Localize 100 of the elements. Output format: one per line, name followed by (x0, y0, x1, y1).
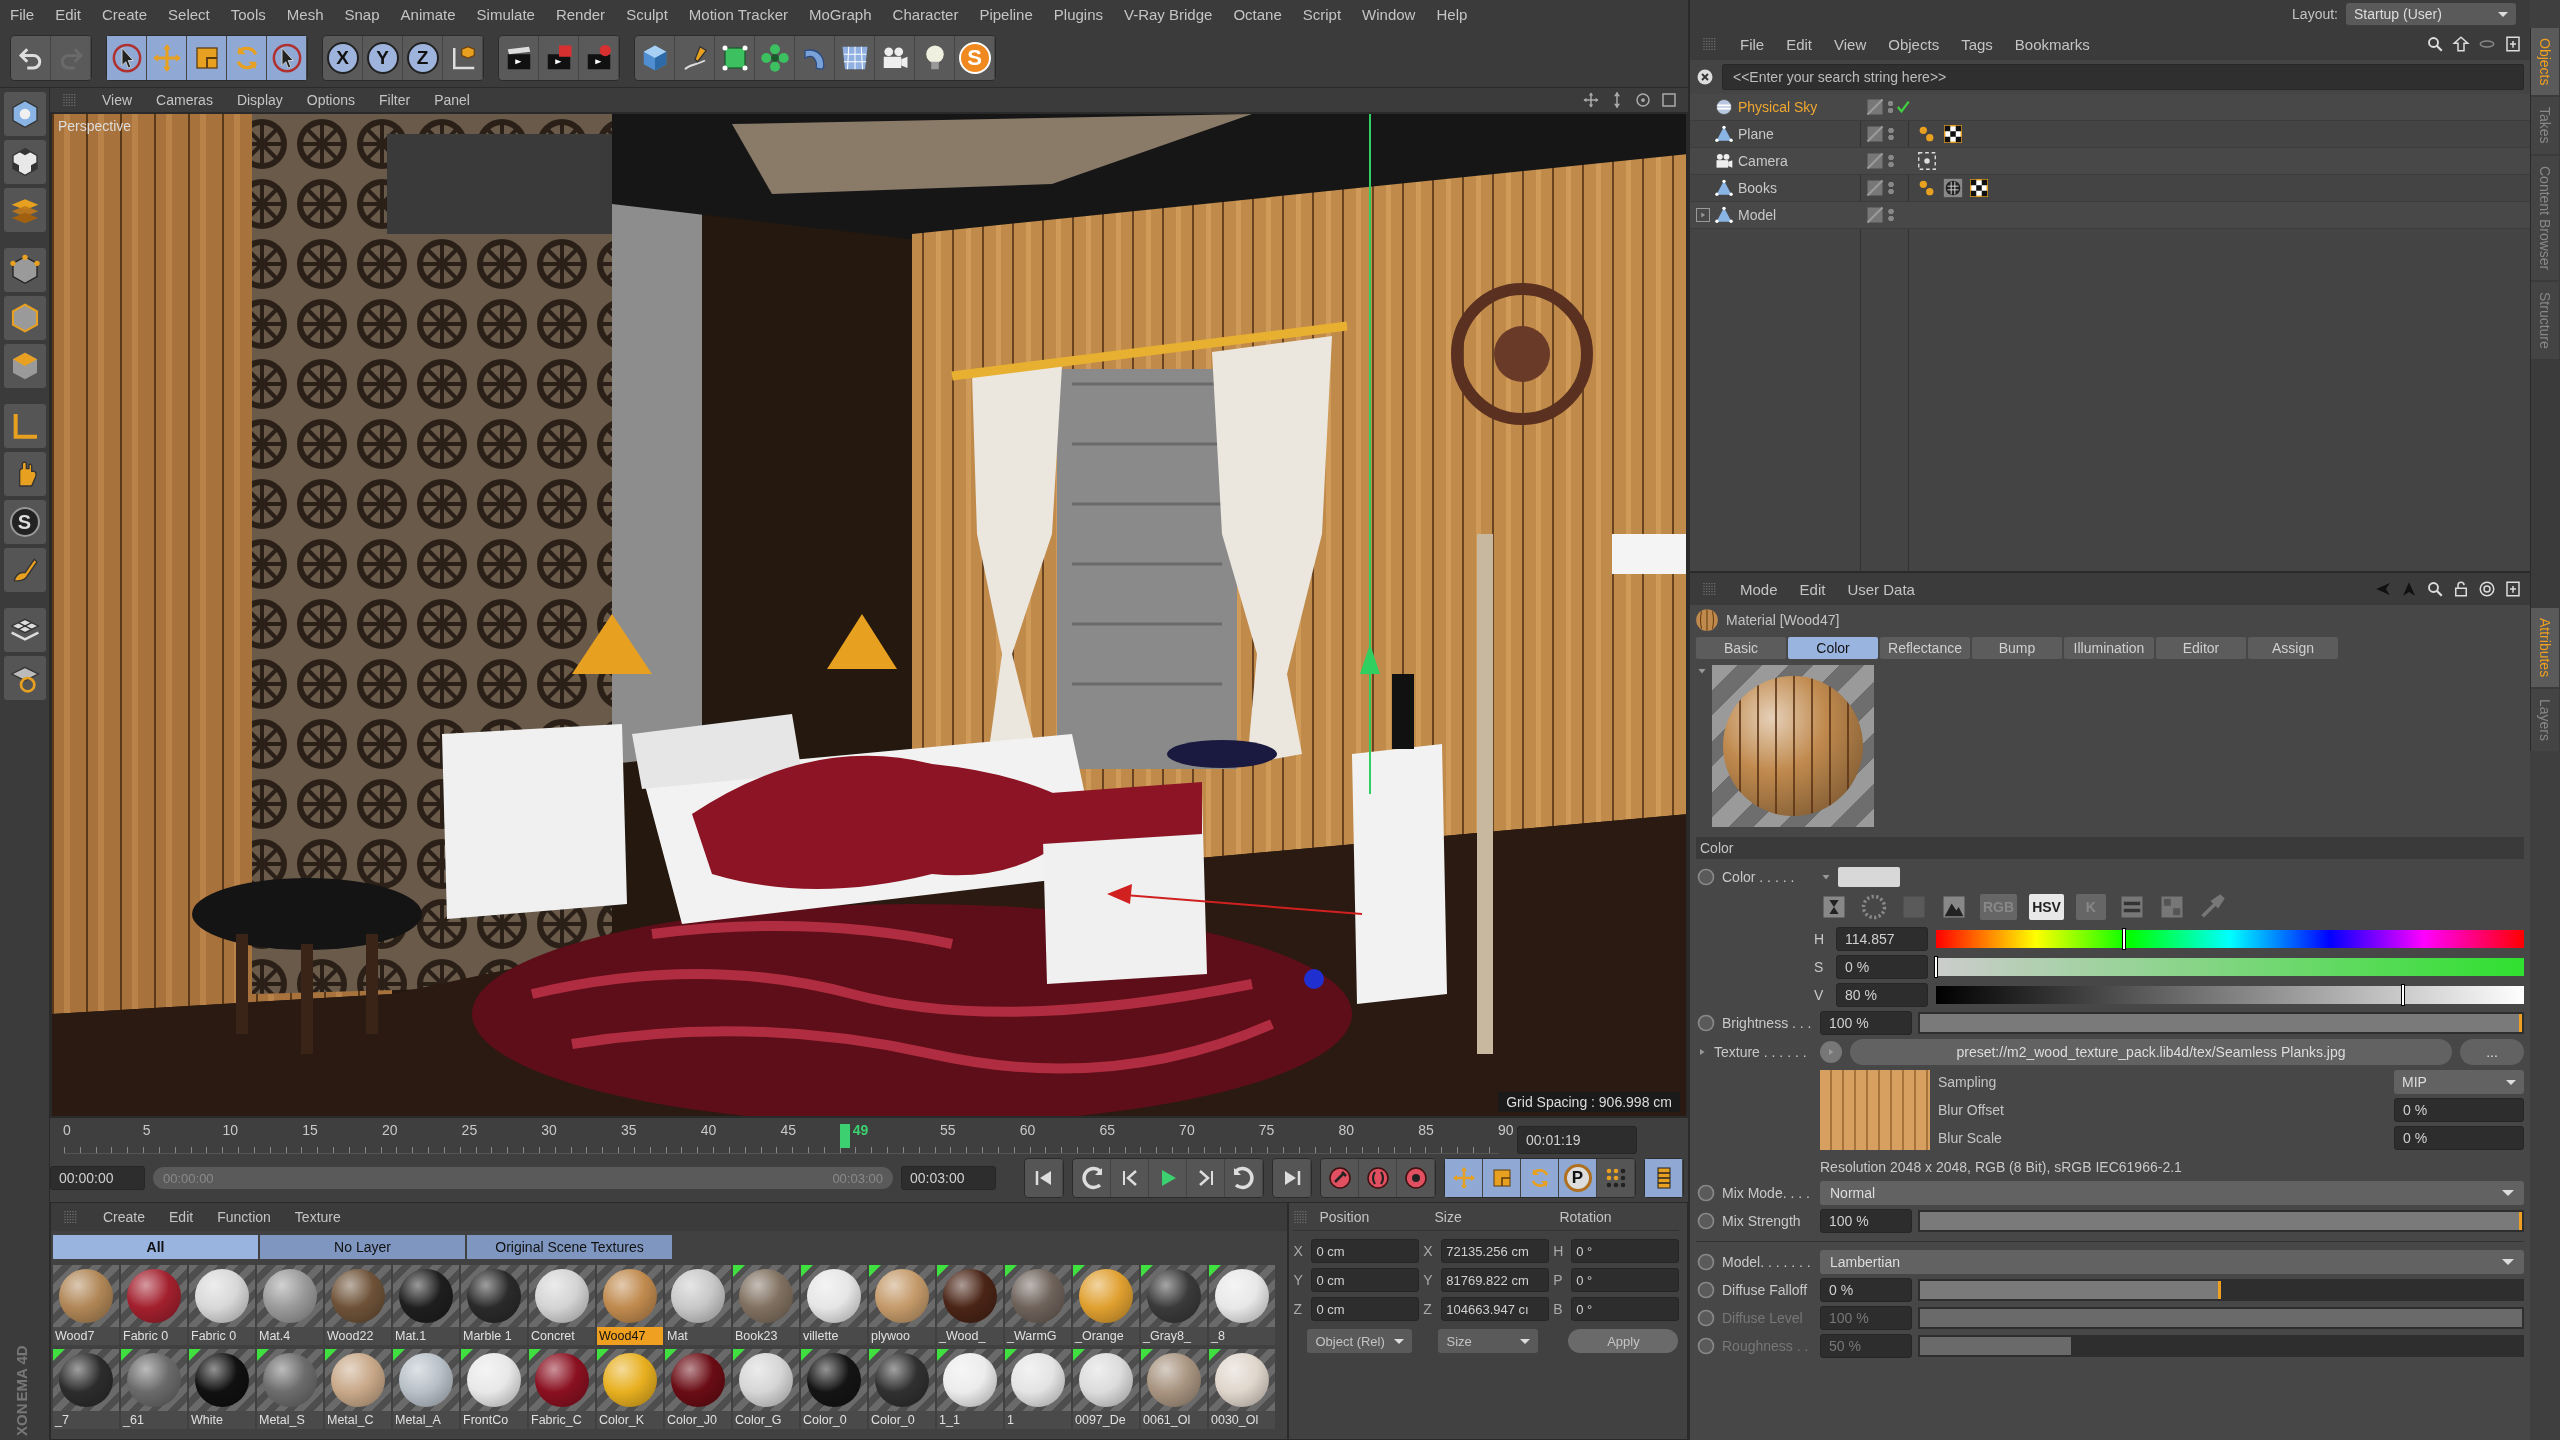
layer-tab[interactable]: No Layer (260, 1235, 465, 1259)
snap-button[interactable]: S (3, 500, 46, 544)
size-mode-dropdown[interactable]: Size (1438, 1329, 1539, 1353)
color-wheel-icon[interactable] (1860, 893, 1888, 921)
material-swatch[interactable]: Wood7 (53, 1265, 119, 1345)
material-swatch[interactable]: Fabric 0 (121, 1265, 187, 1345)
tweak-hand-button[interactable] (3, 452, 46, 496)
menu-item[interactable]: Script (1302, 5, 1342, 23)
rotate-button[interactable] (1521, 1159, 1559, 1197)
axis-button[interactable] (3, 404, 46, 448)
menu-item[interactable]: Texture (294, 1209, 341, 1225)
animate-toggle-icon[interactable] (1696, 1183, 1716, 1203)
target-tag-icon[interactable] (1916, 150, 1938, 172)
material-swatch[interactable]: Fabric 0 (189, 1265, 255, 1345)
menu-item[interactable]: Octane (1233, 5, 1282, 23)
object-name[interactable]: Plane (1738, 126, 1774, 142)
material-swatch[interactable]: Color_0 (801, 1349, 867, 1429)
search-field[interactable]: <<Enter your search string here>> (1722, 64, 2524, 90)
material-swatch[interactable]: _Orange (1073, 1265, 1139, 1345)
attribute-tab[interactable]: Basic (1696, 637, 1786, 659)
position-field[interactable]: 0 cm (1311, 1268, 1420, 1292)
menu-item[interactable]: Window (1362, 5, 1416, 23)
menu-item[interactable]: V-Ray Bridge (1124, 5, 1213, 23)
material-swatch[interactable]: Book23 (733, 1265, 799, 1345)
material-swatch[interactable]: 0061_Ol (1141, 1349, 1207, 1429)
rotation-field[interactable]: 0 ° (1571, 1239, 1679, 1263)
material-tag-icon[interactable] (1942, 177, 1964, 199)
search-icon[interactable] (2426, 35, 2444, 53)
polygons-cube-button[interactable] (3, 344, 46, 388)
material-swatch[interactable]: 1 (1005, 1349, 1071, 1429)
color-swatch[interactable] (1838, 867, 1900, 887)
menu-item[interactable]: Edit (1786, 35, 1813, 53)
material-swatch[interactable]: Marble 1 (461, 1265, 527, 1345)
new-window-icon[interactable] (2504, 35, 2522, 53)
edges-cube-button[interactable] (3, 296, 46, 340)
size-field[interactable]: 104663.947 cı (1441, 1297, 1550, 1321)
menu-item[interactable]: Animate (400, 5, 456, 23)
menu-item[interactable]: Edit (55, 5, 82, 23)
menu-item[interactable]: Function (217, 1209, 271, 1225)
menu-item[interactable]: Render (555, 5, 606, 23)
cursor-button[interactable] (267, 35, 307, 80)
grid-lock-button[interactable] (3, 656, 46, 700)
up-arrow-icon[interactable] (2452, 35, 2470, 53)
material-swatch[interactable]: Color_0 (869, 1349, 935, 1429)
slider-thumb[interactable] (2401, 984, 2406, 1006)
attribute-tab[interactable]: Reflectance (1880, 637, 1970, 659)
rotation-field[interactable]: 0 ° (1571, 1297, 1679, 1321)
material-swatch[interactable]: Color_K (597, 1349, 663, 1429)
position-field[interactable]: 0 cm (1311, 1297, 1420, 1321)
menu-item[interactable]: Create (102, 5, 148, 23)
menu-item[interactable]: View (102, 92, 133, 108)
material-swatch[interactable]: 0097_De (1073, 1349, 1139, 1429)
menu-item[interactable]: Plugins (1053, 5, 1103, 23)
material-swatch[interactable]: Wood47 (597, 1265, 663, 1345)
material-swatch[interactable]: 0030_Ol (1209, 1349, 1275, 1429)
object-name[interactable]: Model (1738, 207, 1777, 223)
material-swatch[interactable]: _Gray8_ (1141, 1265, 1207, 1345)
material-swatch[interactable]: 1_1 (937, 1349, 1003, 1429)
close-icon[interactable] (1696, 68, 1714, 86)
attribute-tab[interactable]: Illumination (2064, 637, 2154, 659)
material-swatch[interactable]: villette (801, 1265, 867, 1345)
menu-item[interactable]: Edit (169, 1209, 194, 1225)
texture-menu-button[interactable] (1820, 1041, 1842, 1063)
number-field[interactable]: 0 % (1820, 1278, 1912, 1302)
menu-item[interactable]: User Data (1847, 580, 1915, 598)
material-swatch[interactable]: Concret (529, 1265, 595, 1345)
menu-item[interactable]: Display (236, 92, 283, 108)
search-icon[interactable] (2426, 580, 2444, 598)
number-field[interactable]: 0 % (2394, 1126, 2524, 1150)
start-time-field[interactable]: 00:00:00 (50, 1166, 145, 1190)
menu-item[interactable]: File (10, 5, 35, 23)
menu-item[interactable]: Options (306, 92, 356, 108)
menu-item[interactable]: Character (892, 5, 959, 23)
checker-grid-button[interactable] (3, 608, 46, 652)
menu-item[interactable]: Bookmarks (2014, 35, 2090, 53)
animate-toggle-icon[interactable] (1696, 1013, 1716, 1033)
menu-item[interactable]: File (1740, 35, 1765, 53)
visibility-toggle-icon[interactable] (1866, 206, 1884, 224)
menu-item[interactable]: View (1834, 35, 1867, 53)
pan-icon[interactable] (1582, 91, 1600, 109)
object-name[interactable]: Books (1738, 180, 1777, 196)
menu-item[interactable]: Tags (1961, 35, 1993, 53)
number-field[interactable]: 114.857 (1836, 927, 1928, 951)
material-swatch[interactable]: Mat (665, 1265, 731, 1345)
material-swatch[interactable]: _61 (121, 1349, 187, 1429)
slider-thumb[interactable] (1934, 956, 1938, 978)
material-swatch[interactable]: Mat.4 (257, 1265, 323, 1345)
menu-item[interactable]: Pipeline (979, 5, 1033, 23)
visibility-toggle-icon[interactable] (1866, 179, 1884, 197)
number-field[interactable]: 100 % (1820, 1011, 1912, 1035)
layer-tab[interactable]: Original Scene Textures (467, 1235, 672, 1259)
menu-item[interactable]: Select (168, 5, 210, 23)
checker-tag-icon[interactable] (1968, 177, 1990, 199)
texture-path-button[interactable]: preset://m2_wood_texture_pack.lib4d/tex/Seamless Planks.jpg (1850, 1039, 2452, 1065)
animate-toggle-icon[interactable] (1696, 1280, 1716, 1300)
material-swatch[interactable]: _WarmG (1005, 1265, 1071, 1345)
material-swatch[interactable]: Color_G (733, 1349, 799, 1429)
material-swatch[interactable]: Metal_C (325, 1349, 391, 1429)
material-swatch[interactable]: Metal_A (393, 1349, 459, 1429)
film-strip-button[interactable] (1645, 1159, 1683, 1197)
